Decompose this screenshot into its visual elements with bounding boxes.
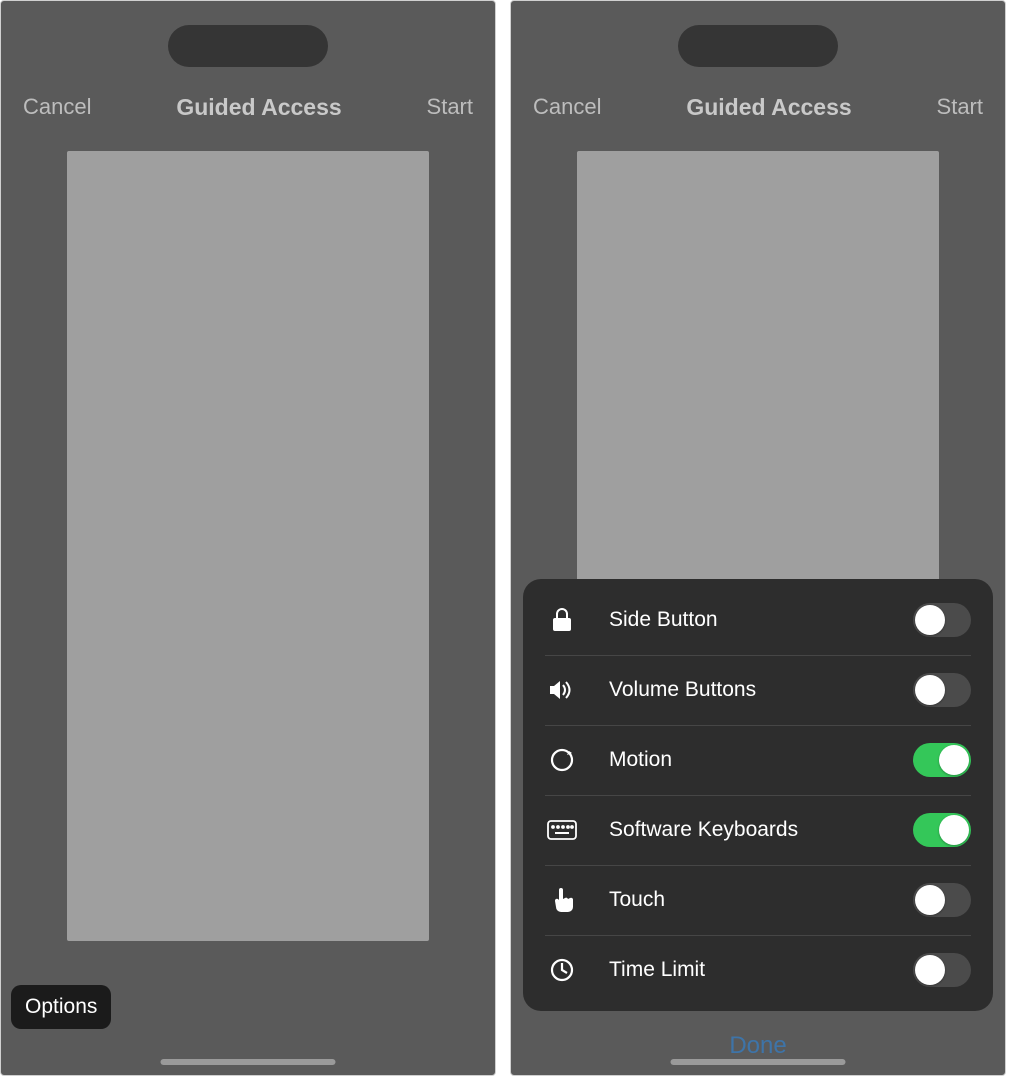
- time-limit-toggle[interactable]: [913, 953, 971, 987]
- touch-toggle[interactable]: [913, 883, 971, 917]
- lock-icon: [545, 607, 579, 633]
- option-label: Touch: [609, 888, 913, 912]
- motion-icon: [545, 747, 579, 773]
- option-row-motion: Motion: [523, 725, 993, 795]
- option-row-side-button: Side Button: [523, 585, 993, 655]
- home-indicator: [671, 1059, 846, 1065]
- start-button[interactable]: Start: [937, 94, 983, 120]
- start-button[interactable]: Start: [427, 94, 473, 120]
- option-label: Motion: [609, 748, 913, 772]
- phone-screenshot-right: Cancel Guided Access Start Side Button: [510, 0, 1006, 1076]
- option-row-touch: Touch: [523, 865, 993, 935]
- cancel-button[interactable]: Cancel: [533, 94, 601, 120]
- timer-icon: [545, 958, 579, 982]
- nav-bar: Cancel Guided Access Start: [1, 79, 495, 135]
- option-label: Software Keyboards: [609, 818, 913, 842]
- motion-toggle[interactable]: [913, 743, 971, 777]
- software-keyboards-toggle[interactable]: [913, 813, 971, 847]
- options-panel: Side Button Volume Buttons Motion: [523, 579, 993, 1011]
- option-label: Side Button: [609, 608, 913, 632]
- cancel-button[interactable]: Cancel: [23, 94, 91, 120]
- page-title: Guided Access: [176, 94, 341, 121]
- option-row-software-keyboards: Software Keyboards: [523, 795, 993, 865]
- keyboard-icon: [545, 820, 579, 840]
- options-button[interactable]: Options: [11, 985, 111, 1029]
- touch-icon: [545, 887, 579, 913]
- nav-bar: Cancel Guided Access Start: [511, 79, 1005, 135]
- option-row-volume-buttons: Volume Buttons: [523, 655, 993, 725]
- dynamic-island: [678, 25, 838, 67]
- option-row-time-limit: Time Limit: [523, 935, 993, 1005]
- app-preview-thumbnail: [67, 151, 429, 941]
- page-title: Guided Access: [686, 94, 851, 121]
- option-label: Volume Buttons: [609, 678, 913, 702]
- speaker-icon: [545, 679, 579, 701]
- side-button-toggle[interactable]: [913, 603, 971, 637]
- option-label: Time Limit: [609, 958, 913, 982]
- dynamic-island: [168, 25, 328, 67]
- home-indicator: [161, 1059, 336, 1065]
- done-button[interactable]: Done: [729, 1032, 786, 1060]
- phone-screenshot-left: Cancel Guided Access Start Options: [0, 0, 496, 1076]
- volume-buttons-toggle[interactable]: [913, 673, 971, 707]
